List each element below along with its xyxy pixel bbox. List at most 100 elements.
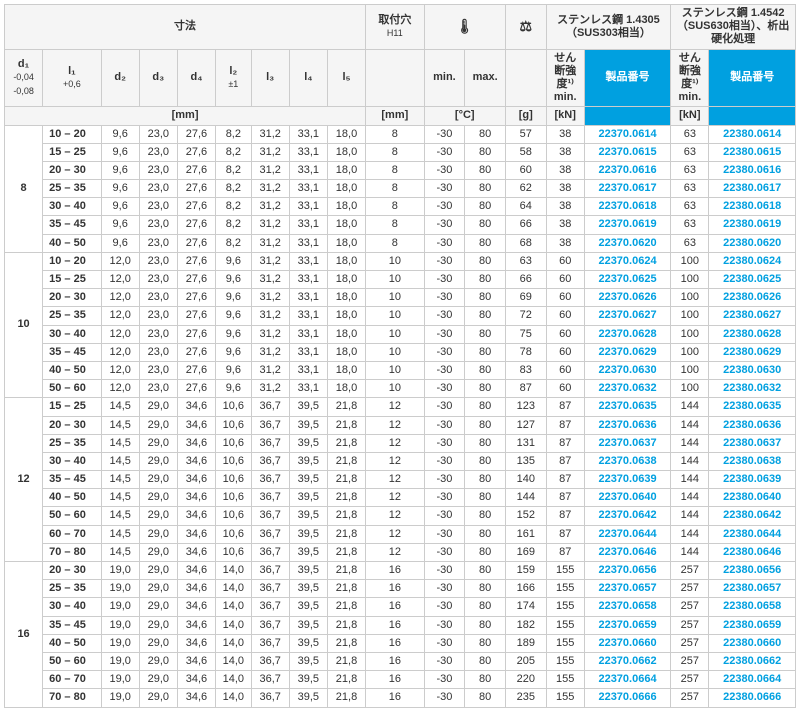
cell-p2[interactable]: 22380.0635 [709, 398, 796, 416]
cell-l4: 39,5 [289, 471, 327, 489]
cell-tmax: 80 [465, 361, 506, 379]
cell-tmin: -30 [424, 616, 465, 634]
cell-tmin: -30 [424, 289, 465, 307]
cell-p2[interactable]: 22380.0616 [709, 161, 796, 179]
cell-tmax: 80 [465, 507, 506, 525]
cell-p2[interactable]: 22380.0630 [709, 361, 796, 379]
cell-p1[interactable]: 22370.0620 [584, 234, 670, 252]
cell-p1[interactable]: 22370.0656 [584, 562, 670, 580]
cell-p1[interactable]: 22370.0619 [584, 216, 670, 234]
cell-tmax: 80 [465, 271, 506, 289]
cell-d3: 29,0 [139, 671, 177, 689]
cell-p1[interactable]: 22370.0628 [584, 325, 670, 343]
cell-p2[interactable]: 22380.0625 [709, 271, 796, 289]
cell-p1[interactable]: 22370.0658 [584, 598, 670, 616]
cell-p2[interactable]: 22380.0659 [709, 616, 796, 634]
col-mm-placeholder [366, 49, 424, 107]
cell-l2: 9,6 [216, 361, 252, 379]
cell-p1[interactable]: 22370.0615 [584, 143, 670, 161]
cell-p2[interactable]: 22380.0620 [709, 234, 796, 252]
cell-p2[interactable]: 22380.0660 [709, 634, 796, 652]
cell-d4: 27,6 [177, 343, 215, 361]
cell-d3: 29,0 [139, 434, 177, 452]
cell-p1[interactable]: 22370.0664 [584, 671, 670, 689]
cell-p1[interactable]: 22370.0657 [584, 580, 670, 598]
cell-p1[interactable]: 22370.0659 [584, 616, 670, 634]
cell-l3: 36,7 [251, 689, 289, 707]
cell-tmax: 80 [465, 398, 506, 416]
cell-p2[interactable]: 22380.0640 [709, 489, 796, 507]
cell-p1[interactable]: 22370.0614 [584, 125, 670, 143]
cell-p2[interactable]: 22380.0638 [709, 452, 796, 470]
cell-p2[interactable]: 22380.0618 [709, 198, 796, 216]
cell-p2[interactable]: 22380.0632 [709, 380, 796, 398]
cell-p2[interactable]: 22380.0657 [709, 580, 796, 598]
cell-p2[interactable]: 22380.0614 [709, 125, 796, 143]
cell-p2[interactable]: 22380.0656 [709, 562, 796, 580]
cell-p2[interactable]: 22380.0619 [709, 216, 796, 234]
cell-p1[interactable]: 22370.0639 [584, 471, 670, 489]
cell-s2: 63 [671, 125, 709, 143]
cell-l1: 10 – 20 [43, 125, 101, 143]
cell-p2[interactable]: 22380.0662 [709, 652, 796, 670]
cell-l4: 39,5 [289, 416, 327, 434]
cell-l3: 36,7 [251, 652, 289, 670]
cell-p1[interactable]: 22370.0666 [584, 689, 670, 707]
cell-p1[interactable]: 22370.0629 [584, 343, 670, 361]
cell-l5: 21,8 [327, 416, 365, 434]
cell-p2[interactable]: 22380.0639 [709, 471, 796, 489]
cell-p1[interactable]: 22370.0637 [584, 434, 670, 452]
cell-p1[interactable]: 22370.0618 [584, 198, 670, 216]
cell-d4: 34,6 [177, 416, 215, 434]
cell-l5: 18,0 [327, 361, 365, 379]
cell-p1[interactable]: 22370.0635 [584, 398, 670, 416]
cell-l3: 36,7 [251, 562, 289, 580]
cell-p2[interactable]: 22380.0637 [709, 434, 796, 452]
cell-p1[interactable]: 22370.0660 [584, 634, 670, 652]
cell-s1: 38 [546, 216, 584, 234]
cell-p2[interactable]: 22380.0628 [709, 325, 796, 343]
cell-p1[interactable]: 22370.0626 [584, 289, 670, 307]
cell-p1[interactable]: 22370.0630 [584, 361, 670, 379]
cell-p2[interactable]: 22380.0658 [709, 598, 796, 616]
cell-d4: 27,6 [177, 361, 215, 379]
cell-p2[interactable]: 22380.0636 [709, 416, 796, 434]
cell-p1[interactable]: 22370.0616 [584, 161, 670, 179]
cell-p1[interactable]: 22370.0617 [584, 180, 670, 198]
cell-p1[interactable]: 22370.0646 [584, 543, 670, 561]
cell-mh: 12 [366, 489, 424, 507]
cell-p1[interactable]: 22370.0638 [584, 452, 670, 470]
cell-p1[interactable]: 22370.0627 [584, 307, 670, 325]
cell-p1[interactable]: 22370.0662 [584, 652, 670, 670]
cell-p1[interactable]: 22370.0625 [584, 271, 670, 289]
cell-p2[interactable]: 22380.0646 [709, 543, 796, 561]
cell-l2: 14,0 [216, 634, 252, 652]
unit-c: [°C] [424, 107, 505, 125]
cell-tmax: 80 [465, 434, 506, 452]
cell-d4: 27,6 [177, 234, 215, 252]
cell-p2[interactable]: 22380.0624 [709, 252, 796, 270]
cell-l3: 36,7 [251, 489, 289, 507]
cell-p1[interactable]: 22370.0636 [584, 416, 670, 434]
cell-p2[interactable]: 22380.0617 [709, 180, 796, 198]
cell-p2[interactable]: 22380.0666 [709, 689, 796, 707]
cell-d3: 23,0 [139, 125, 177, 143]
cell-p2[interactable]: 22380.0664 [709, 671, 796, 689]
cell-p2[interactable]: 22380.0644 [709, 525, 796, 543]
cell-g: 220 [505, 671, 546, 689]
cell-p2[interactable]: 22380.0642 [709, 507, 796, 525]
cell-p2[interactable]: 22380.0615 [709, 143, 796, 161]
cell-p1[interactable]: 22370.0642 [584, 507, 670, 525]
cell-d2: 12,0 [101, 361, 139, 379]
cell-p2[interactable]: 22380.0626 [709, 289, 796, 307]
cell-p1[interactable]: 22370.0624 [584, 252, 670, 270]
cell-p2[interactable]: 22380.0627 [709, 307, 796, 325]
cell-s1: 87 [546, 434, 584, 452]
cell-l1: 40 – 50 [43, 634, 101, 652]
cell-p1[interactable]: 22370.0640 [584, 489, 670, 507]
cell-p2[interactable]: 22380.0629 [709, 343, 796, 361]
cell-p1[interactable]: 22370.0644 [584, 525, 670, 543]
cell-l4: 39,5 [289, 489, 327, 507]
cell-tmax: 80 [465, 671, 506, 689]
cell-p1[interactable]: 22370.0632 [584, 380, 670, 398]
